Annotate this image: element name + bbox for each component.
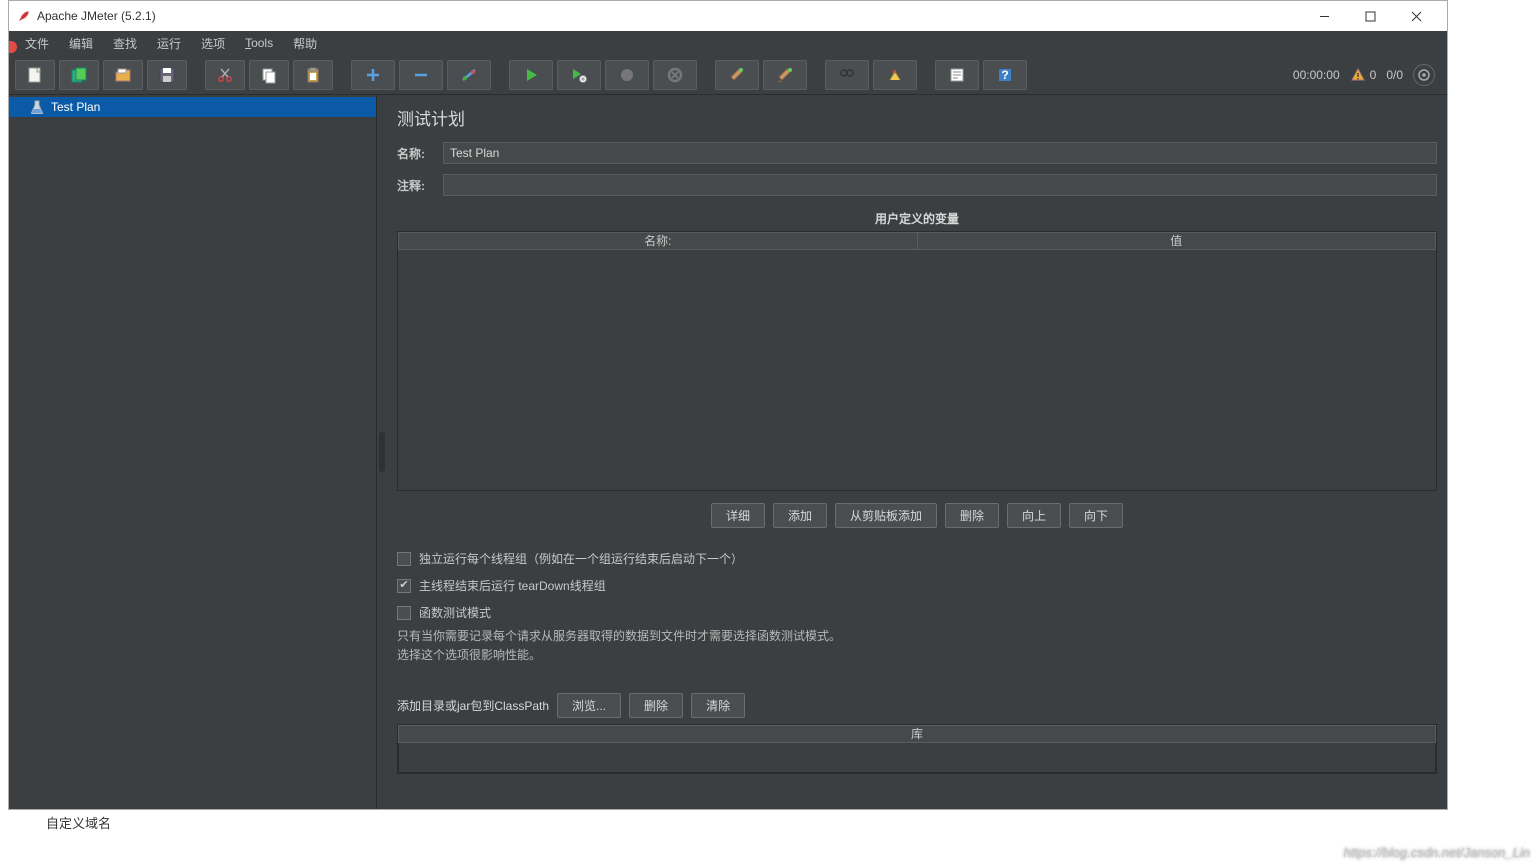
user-vars-table[interactable]: 名称: 值 — [397, 231, 1437, 491]
threads-status: 0/0 — [1386, 68, 1403, 82]
help-icon[interactable]: ? — [983, 60, 1027, 90]
comment-input[interactable] — [443, 174, 1437, 196]
serial-threadgroups-label: 独立运行每个线程组（例如在一个组运行结束后启动下一个） — [419, 550, 743, 567]
start-remote-icon[interactable] — [557, 60, 601, 90]
col-value: 值 — [918, 233, 1436, 249]
copy-icon[interactable] — [249, 60, 289, 90]
elapsed-time: 00:00:00 — [1293, 68, 1340, 82]
teardown-label: 主线程结束后运行 tearDown线程组 — [419, 577, 606, 594]
gear-icon[interactable] — [1413, 64, 1435, 86]
paste-icon[interactable] — [293, 60, 333, 90]
function-helper-icon[interactable] — [935, 60, 979, 90]
minus-icon[interactable] — [399, 60, 443, 90]
tree-root-label: Test Plan — [51, 100, 100, 114]
hint-text: 只有当你需要记录每个请求从服务器取得的数据到文件时才需要选择函数测试模式。 选择… — [397, 627, 1437, 665]
splitter[interactable] — [377, 95, 387, 809]
name-input[interactable] — [443, 142, 1437, 164]
cp-clear-button[interactable]: 清除 — [691, 693, 745, 718]
name-label: 名称: — [397, 145, 443, 162]
clear-icon[interactable] — [715, 60, 759, 90]
panel-title: 测试计划 — [397, 105, 1437, 130]
user-vars-body[interactable] — [398, 250, 1436, 490]
close-button[interactable] — [1393, 1, 1439, 31]
main-panel: 测试计划 名称: 注释: 用户定义的变量 名称: 值 详细 添加 从剪贴板 — [387, 95, 1447, 809]
minimize-button[interactable] — [1301, 1, 1347, 31]
teardown-checkbox[interactable] — [397, 579, 411, 593]
cut-icon[interactable] — [205, 60, 245, 90]
save-icon[interactable] — [147, 60, 187, 90]
library-table[interactable]: 库 — [397, 724, 1437, 774]
open-icon[interactable] — [103, 60, 143, 90]
templates-icon[interactable] — [59, 60, 99, 90]
plus-icon[interactable] — [351, 60, 395, 90]
app-feather-icon — [17, 9, 31, 23]
test-plan-tree[interactable]: Test Plan — [9, 95, 377, 809]
toolbar: ? 00:00:00 0 0/0 — [9, 55, 1447, 95]
svg-text:?: ? — [1001, 68, 1008, 82]
menu-run[interactable]: 运行 — [149, 33, 189, 54]
detail-button[interactable]: 详细 — [711, 503, 765, 528]
new-file-icon[interactable] — [15, 60, 55, 90]
watermark-text: https://blog.csdn.net/Janson_Lin — [1344, 845, 1530, 860]
menu-help[interactable]: 帮助 — [285, 33, 325, 54]
browse-button[interactable]: 浏览... — [557, 693, 621, 718]
warning-indicator[interactable]: 0 — [1350, 67, 1377, 83]
start-icon[interactable] — [509, 60, 553, 90]
add-button[interactable]: 添加 — [773, 503, 827, 528]
col-name: 名称: — [399, 233, 918, 249]
classpath-label: 添加目录或jar包到ClassPath — [397, 697, 549, 714]
serial-threadgroups-checkbox[interactable] — [397, 552, 411, 566]
lib-col: 库 — [399, 726, 1435, 742]
clear-all-icon[interactable] — [763, 60, 807, 90]
menu-tools[interactable]: Tools — [237, 34, 281, 52]
flask-icon — [29, 99, 45, 115]
menu-edit[interactable]: 编辑 — [61, 33, 101, 54]
user-vars-title: 用户定义的变量 — [397, 210, 1437, 227]
reset-search-icon[interactable] — [873, 60, 917, 90]
shutdown-icon[interactable] — [653, 60, 697, 90]
functional-test-checkbox[interactable] — [397, 606, 411, 620]
menubar: 文件 编辑 查找 运行 选项 Tools 帮助 — [9, 31, 1447, 55]
functional-test-label: 函数测试模式 — [419, 604, 491, 621]
menu-options[interactable]: 选项 — [193, 33, 233, 54]
menu-file[interactable]: 文件 — [17, 33, 57, 54]
menu-search[interactable]: 查找 — [105, 33, 145, 54]
stop-icon[interactable] — [605, 60, 649, 90]
warning-count: 0 — [1370, 68, 1377, 82]
cp-delete-button[interactable]: 删除 — [629, 693, 683, 718]
tree-root-testplan[interactable]: Test Plan — [9, 97, 376, 117]
maximize-button[interactable] — [1347, 1, 1393, 31]
move-down-button[interactable]: 向下 — [1069, 503, 1123, 528]
move-up-button[interactable]: 向上 — [1007, 503, 1061, 528]
search-icon[interactable] — [825, 60, 869, 90]
titlebar: Apache JMeter (5.2.1) — [9, 1, 1447, 31]
warning-icon — [1350, 67, 1366, 83]
comment-label: 注释: — [397, 177, 443, 194]
toggle-icon[interactable] — [447, 60, 491, 90]
window-title: Apache JMeter (5.2.1) — [37, 9, 156, 23]
below-window-text: 自定义域名 — [46, 813, 111, 832]
app-window: Apache JMeter (5.2.1) 文件 编辑 查找 运行 选项 Too… — [8, 0, 1448, 810]
delete-button[interactable]: 删除 — [945, 503, 999, 528]
add-from-clipboard-button[interactable]: 从剪贴板添加 — [835, 503, 937, 528]
